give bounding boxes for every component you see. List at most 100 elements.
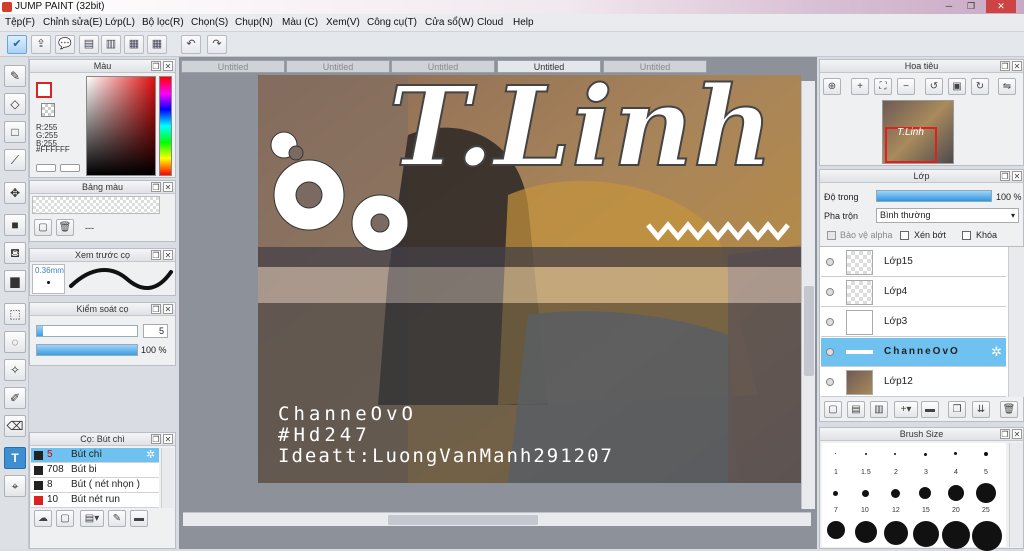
- brush-item-shaky-pen[interactable]: 10 Bút nét run: [31, 493, 159, 508]
- minimize-button[interactable]: ─: [940, 0, 958, 13]
- document-tab-active[interactable]: Untitled: [497, 60, 601, 73]
- foreground-color-swatch[interactable]: [36, 82, 52, 98]
- bucket-tool-icon[interactable]: ⛾: [4, 242, 26, 264]
- new-folder-icon[interactable]: ▬: [921, 401, 939, 418]
- new-palette-icon[interactable]: ▢: [34, 219, 52, 236]
- brush-settings-icon[interactable]: ✲: [146, 448, 155, 462]
- drawing-canvas[interactable]: T.Linh ChanneOvO #Hd247 Ideatt:LuongVanM…: [258, 75, 801, 483]
- panel-float-icon[interactable]: ❐: [1000, 429, 1010, 439]
- add-layer-menu-icon[interactable]: +▾: [894, 401, 918, 418]
- layer-item-selected[interactable]: ChanneOvO ✲: [821, 338, 1006, 367]
- lock-checkbox[interactable]: [962, 231, 971, 240]
- panel-float-icon[interactable]: ❐: [151, 250, 161, 260]
- move-tool-icon[interactable]: ✥: [4, 182, 26, 204]
- brush-item-pointed-pen[interactable]: 8 Bút ( nét nhọn ): [31, 478, 159, 493]
- brush-size-dot[interactable]: [942, 521, 970, 549]
- brush-size-dot[interactable]: [827, 521, 845, 539]
- color-mode-button[interactable]: [36, 164, 56, 172]
- menu-help[interactable]: Help: [513, 17, 534, 28]
- layer-item[interactable]: Lớp15: [821, 248, 1006, 277]
- delete-layer-icon[interactable]: 🗑: [1000, 401, 1018, 418]
- brush-size-dot[interactable]: [835, 453, 836, 454]
- new-brush-icon[interactable]: ▢: [56, 510, 74, 527]
- layer-item[interactable]: Lớp4: [821, 278, 1006, 307]
- document-tab[interactable]: Untitled: [391, 60, 495, 73]
- brush-size-dot[interactable]: [894, 453, 896, 455]
- brush-size-dot[interactable]: [924, 453, 927, 456]
- brush-size-scrollbar[interactable]: [1009, 443, 1023, 547]
- brush-item-ballpoint[interactable]: 708 Bút bi: [31, 463, 159, 478]
- brush-size-dot[interactable]: [919, 487, 931, 499]
- gradient-tool-icon[interactable]: ▆: [4, 270, 26, 292]
- flip-icon[interactable]: ⇋: [998, 78, 1016, 95]
- panel-close-icon[interactable]: ✕: [163, 250, 173, 260]
- palette-swatches[interactable]: [32, 196, 160, 214]
- undo-icon[interactable]: ↶: [181, 35, 201, 54]
- menu-view[interactable]: Xem(V): [326, 17, 360, 28]
- layer-item[interactable]: Lớp3: [821, 308, 1006, 337]
- panel-float-icon[interactable]: ❐: [151, 182, 161, 192]
- brush-list-scrollbar[interactable]: [161, 448, 174, 508]
- brush-edit-icon[interactable]: ✎: [108, 510, 126, 527]
- select-pen-icon[interactable]: ✐: [4, 387, 26, 409]
- eye-icon[interactable]: [826, 288, 834, 296]
- clipping-checkbox[interactable]: [900, 231, 909, 240]
- eye-icon[interactable]: [826, 378, 834, 386]
- menu-tools[interactable]: Công cụ(T): [367, 17, 417, 28]
- select-rect-icon[interactable]: ⬚: [4, 303, 26, 325]
- comment-icon[interactable]: 💬: [55, 35, 75, 54]
- blend-mode-select[interactable]: Bình thường ▾: [876, 208, 1019, 223]
- lasso-tool-icon[interactable]: ◌: [4, 331, 26, 353]
- share-icon[interactable]: ⇪: [31, 35, 51, 54]
- panel-close-icon[interactable]: ✕: [163, 304, 173, 314]
- panel-float-icon[interactable]: ❐: [151, 61, 161, 71]
- eye-icon[interactable]: [826, 348, 834, 356]
- brush-size-dot[interactable]: [948, 485, 964, 501]
- rotate-right-icon[interactable]: ↻: [971, 78, 989, 95]
- brush-cloud-icon[interactable]: ☁: [34, 510, 52, 527]
- layer-opacity-slider[interactable]: [876, 190, 992, 202]
- hue-slider[interactable]: [159, 76, 172, 176]
- menu-edit[interactable]: Chỉnh sửa(E): [43, 17, 103, 28]
- line-tool-icon[interactable]: ⟋: [4, 149, 26, 171]
- document-icon[interactable]: ▥: [101, 35, 121, 54]
- horizontal-scroll-thumb[interactable]: [388, 515, 538, 525]
- navigator-thumbnail[interactable]: T.Linh: [882, 100, 954, 164]
- eye-icon[interactable]: [826, 318, 834, 326]
- magic-wand-icon[interactable]: ✧: [4, 359, 26, 381]
- reset-rotation-icon[interactable]: ▣: [948, 78, 966, 95]
- menu-cloud[interactable]: Cloud: [477, 17, 503, 28]
- new-layer-8bit-icon[interactable]: ▤: [847, 401, 865, 418]
- brush-menu-icon[interactable]: ▤▾: [80, 510, 104, 527]
- grid-layout-icon[interactable]: ▦: [147, 35, 167, 54]
- brush-size-grid[interactable]: 1 1.5 2 3 4 5 7 10 12 15 20 25: [822, 443, 1006, 551]
- merge-layer-icon[interactable]: ⇊: [972, 401, 990, 418]
- brush-size-dot[interactable]: [984, 452, 988, 456]
- panel-close-icon[interactable]: ✕: [163, 182, 173, 192]
- menu-filter[interactable]: Bộ lọc(R): [142, 17, 184, 28]
- brush-folder-icon[interactable]: ▬: [130, 510, 148, 527]
- panel-float-icon[interactable]: ❐: [1000, 171, 1010, 181]
- panel-float-icon[interactable]: ❐: [151, 434, 161, 444]
- panel-float-icon[interactable]: ❐: [151, 304, 161, 314]
- nav-zoom-icon[interactable]: ⊕: [823, 78, 841, 95]
- brush-size-dot[interactable]: [954, 452, 957, 455]
- vertical-scroll-thumb[interactable]: [804, 286, 814, 376]
- panel-close-icon[interactable]: ✕: [163, 61, 173, 71]
- new-layer-1bit-icon[interactable]: ▥: [870, 401, 888, 418]
- eraser-tool-icon[interactable]: ◇: [4, 93, 26, 115]
- menu-select[interactable]: Chọn(S): [191, 17, 228, 28]
- fill-shape-tool-icon[interactable]: ■: [4, 214, 26, 236]
- saturation-value-picker[interactable]: [86, 76, 156, 176]
- panel-float-icon[interactable]: ❐: [1000, 61, 1010, 71]
- page-icon[interactable]: ▦: [124, 35, 144, 54]
- menu-capture[interactable]: Chụp(N): [235, 17, 273, 28]
- redo-icon[interactable]: ↷: [207, 35, 227, 54]
- horizontal-scrollbar[interactable]: [183, 512, 811, 526]
- brush-size-dot[interactable]: [972, 521, 1002, 551]
- message-icon[interactable]: ▤: [79, 35, 99, 54]
- text-tool-icon[interactable]: T: [4, 447, 26, 469]
- layer-list-scrollbar[interactable]: [1008, 247, 1024, 397]
- vertical-scrollbar[interactable]: [801, 81, 815, 509]
- brush-opacity-slider[interactable]: [36, 344, 138, 356]
